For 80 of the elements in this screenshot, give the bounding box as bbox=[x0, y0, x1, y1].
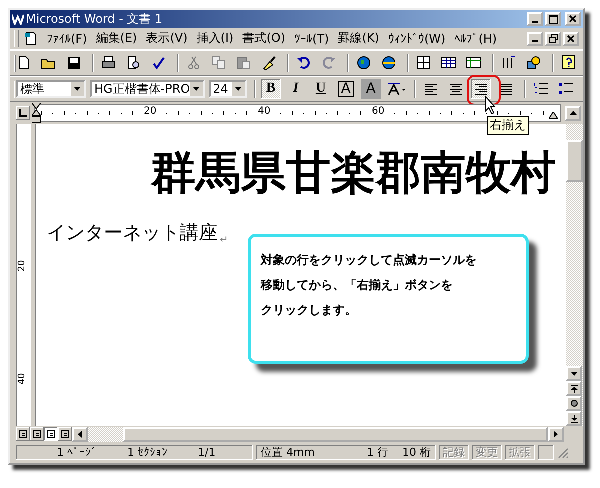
circle-icon bbox=[570, 400, 578, 407]
tooltip: 右揃え bbox=[487, 116, 529, 135]
ruler-number: 40 bbox=[257, 106, 272, 117]
dropdown-arrow-icon bbox=[74, 87, 82, 91]
minimize-icon bbox=[532, 40, 538, 42]
right-arrow-icon bbox=[554, 430, 558, 438]
status-section: 1 ｾｸｼｮﾝ bbox=[128, 446, 168, 459]
menu-item[interactable]: ﾂｰﾙ(T) bbox=[294, 32, 330, 46]
font-dropdown[interactable]: HG正楷書体-PRO bbox=[90, 80, 206, 98]
scroll-up-button[interactable] bbox=[565, 106, 581, 120]
callout-text-line: 対象の行をクリックして点滅カーソルを bbox=[261, 252, 477, 269]
callout-text-line: クリックします。 bbox=[261, 302, 357, 319]
format-button[interactable]: B bbox=[261, 79, 281, 99]
double-down-arrow-icon bbox=[570, 414, 578, 422]
status-pane bbox=[538, 445, 554, 460]
menu-item[interactable]: 表示(V) bbox=[146, 30, 188, 47]
status-column: 10 桁 bbox=[402, 445, 431, 460]
scroll-left-button[interactable] bbox=[72, 426, 88, 442]
tab-selector-button[interactable] bbox=[16, 106, 30, 120]
scroll-thumb[interactable] bbox=[566, 140, 583, 182]
align-left-icon bbox=[423, 81, 439, 97]
minimize-button[interactable] bbox=[527, 32, 543, 46]
align-justify-icon bbox=[498, 81, 514, 97]
maximize-icon bbox=[548, 14, 558, 24]
menu-item[interactable]: 挿入(I) bbox=[196, 30, 234, 47]
font-size-dropdown[interactable]: 24 bbox=[209, 80, 247, 98]
double-up-arrow-icon bbox=[570, 384, 578, 392]
browse-object-button[interactable] bbox=[566, 396, 582, 411]
horizontal-scroll-thumb[interactable] bbox=[123, 426, 548, 442]
restore-button[interactable] bbox=[545, 32, 561, 46]
status-page-count: 1/1 bbox=[198, 446, 216, 459]
ruler-number: 40 bbox=[18, 373, 28, 385]
left-arrow-icon bbox=[78, 430, 82, 438]
word-logo-icon bbox=[12, 13, 24, 25]
view-button[interactable] bbox=[44, 427, 58, 441]
close-button[interactable] bbox=[565, 12, 581, 26]
document-text: インターネット講座 bbox=[47, 221, 218, 246]
minimize-icon bbox=[532, 20, 538, 22]
menu-item[interactable]: ﾌｧｲﾙ(F) bbox=[47, 32, 88, 46]
ruler-number: 60 bbox=[371, 106, 386, 117]
indent-marker-icon[interactable] bbox=[32, 103, 41, 123]
format-button[interactable]: A bbox=[361, 79, 381, 99]
maximize-button[interactable] bbox=[545, 12, 561, 26]
format-button[interactable]: I bbox=[286, 79, 306, 99]
status-position: 位置 4mm bbox=[261, 445, 315, 460]
down-arrow-icon bbox=[570, 372, 578, 376]
window-title: Microsoft Word - 文書 1 bbox=[26, 10, 163, 28]
dropdown-arrow-icon bbox=[235, 87, 242, 91]
menu-item[interactable]: 編集(E) bbox=[96, 30, 138, 47]
status-page: 1 ﾍﾟｰｼﾞ bbox=[57, 446, 98, 459]
menu-item[interactable]: 書式(O) bbox=[242, 30, 286, 47]
up-arrow-icon bbox=[570, 111, 576, 115]
menu-item[interactable]: ﾍﾙﾌﾟ(H) bbox=[454, 32, 498, 46]
align-right-icon bbox=[473, 81, 489, 97]
close-icon bbox=[569, 15, 577, 23]
document-icon[interactable] bbox=[24, 32, 38, 46]
scroll-right-button[interactable] bbox=[548, 426, 564, 442]
next-page-button[interactable] bbox=[566, 411, 582, 426]
resize-grip-icon[interactable] bbox=[557, 446, 569, 458]
close-icon bbox=[567, 34, 575, 42]
callout-text-line: 移動してから、「右揃え」ボタンを bbox=[261, 277, 453, 294]
dropdown-arrow-icon bbox=[193, 87, 200, 91]
document-heading: 群馬県甘楽郡南牧村 bbox=[150, 146, 557, 200]
align-right-button[interactable] bbox=[471, 79, 491, 99]
scroll-down-button[interactable] bbox=[566, 366, 582, 381]
status-line: 1 行 bbox=[367, 445, 388, 460]
paragraph-mark: ↵ bbox=[220, 235, 228, 246]
style-dropdown[interactable]: 標準 bbox=[16, 80, 86, 98]
right-indent-marker-icon[interactable] bbox=[549, 112, 558, 120]
format-button[interactable]: U bbox=[311, 79, 331, 99]
ruler-number: 20 bbox=[18, 260, 28, 272]
format-button[interactable]: A bbox=[336, 79, 356, 99]
menu-item[interactable]: ｳｨﾝﾄﾞｳ(W) bbox=[388, 32, 446, 46]
restore-icon bbox=[548, 34, 558, 43]
menu-item[interactable]: 罫線(K) bbox=[338, 30, 380, 47]
close-button[interactable] bbox=[563, 32, 579, 46]
minimize-button[interactable] bbox=[527, 12, 543, 26]
previous-page-button[interactable] bbox=[566, 381, 582, 396]
align-center-icon bbox=[448, 81, 464, 97]
ruler-number: 20 bbox=[143, 106, 158, 117]
